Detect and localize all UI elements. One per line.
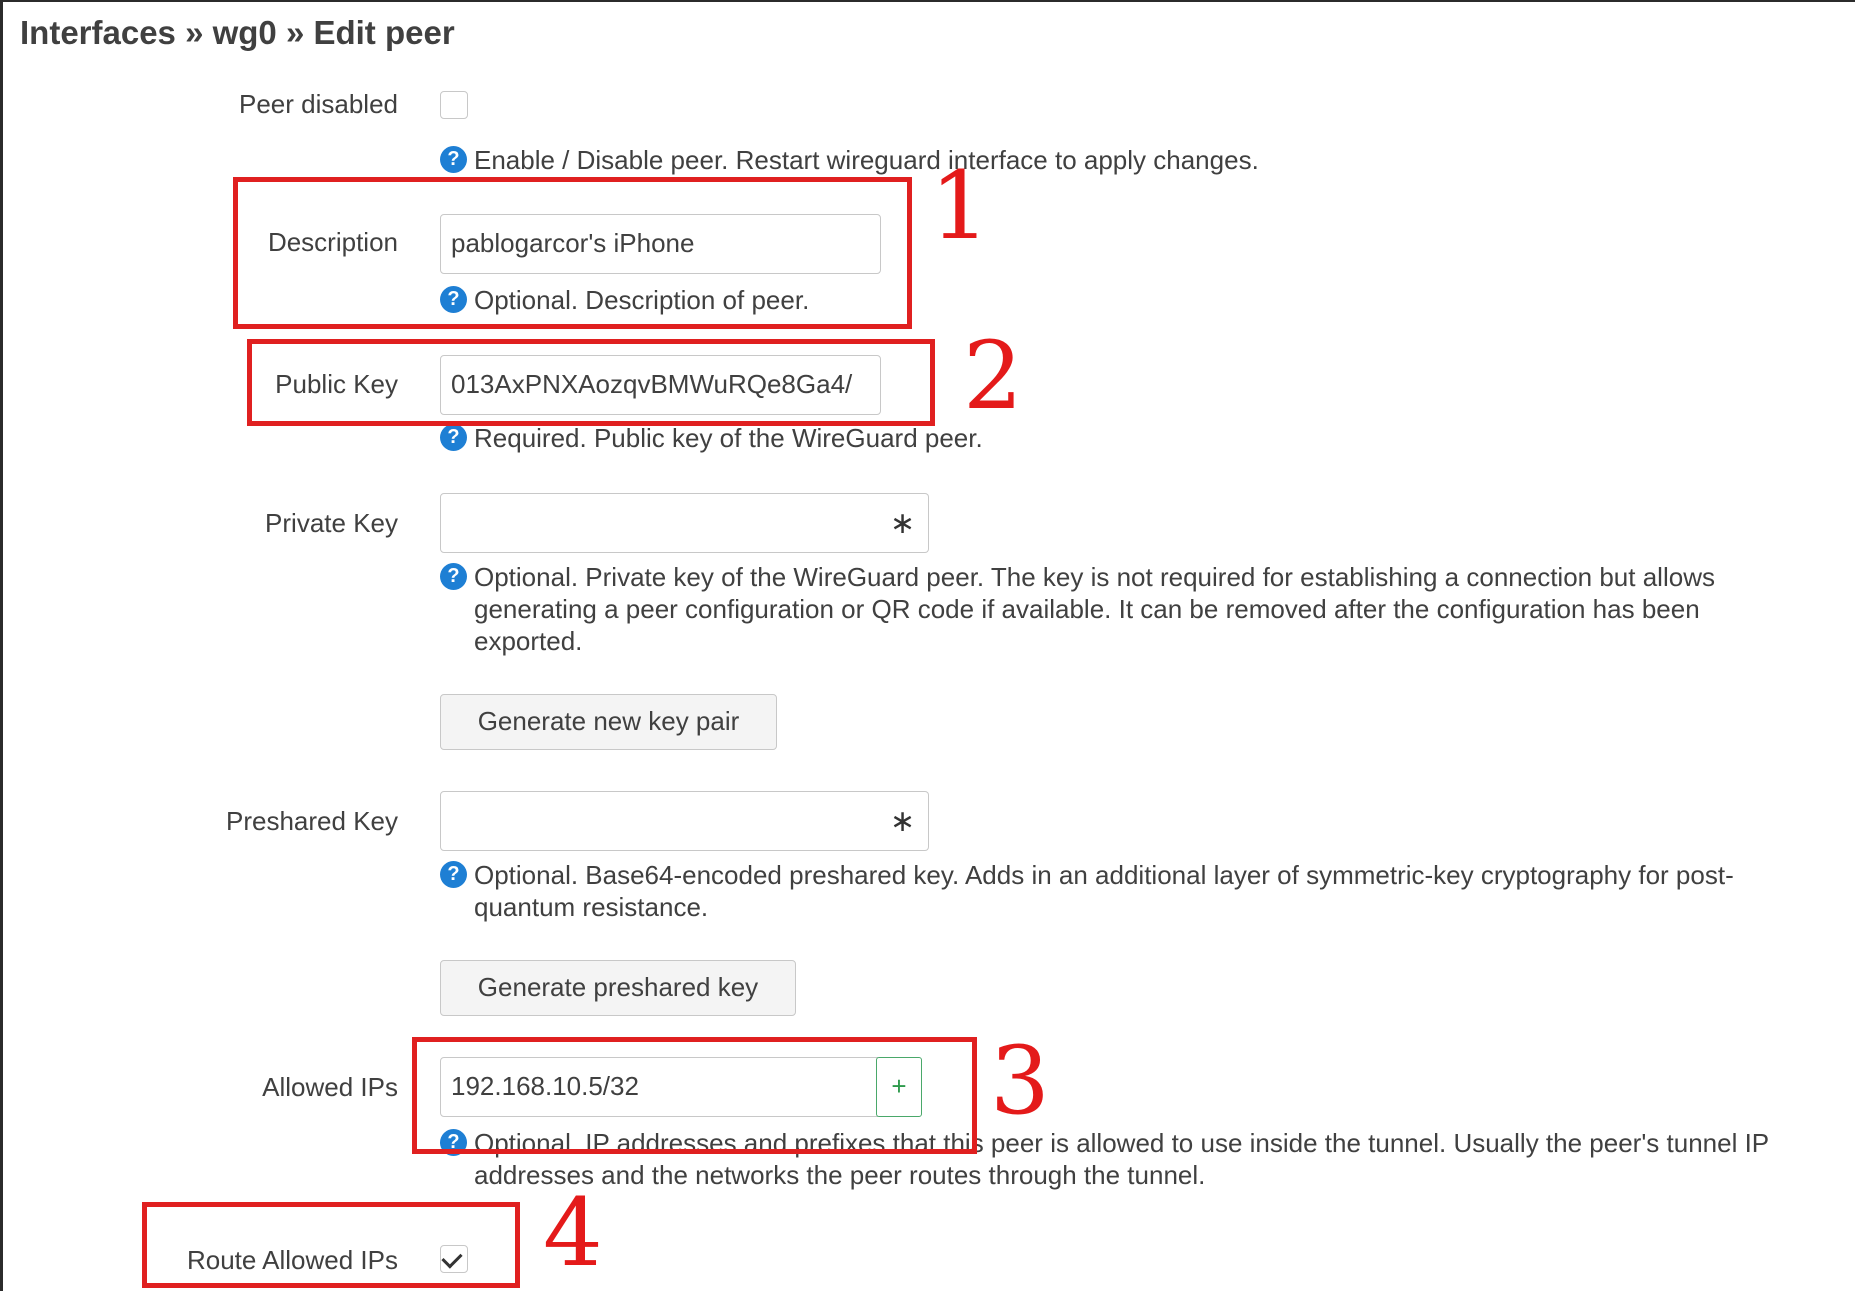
preshared-key-input[interactable] [440, 791, 878, 851]
label-preshared-key: Preshared Key [226, 806, 398, 836]
question-circle-icon: ? [440, 424, 467, 451]
question-circle-icon: ? [440, 563, 467, 590]
annotation-marker-2: 2 [963, 322, 1023, 431]
annotation-box-4 [142, 1202, 520, 1288]
help-preshared-key: Optional. Base64-encoded preshared key. … [474, 859, 1834, 923]
annotation-box-1 [233, 177, 912, 329]
help-peer-disabled: Enable / Disable peer. Restart wireguard… [474, 145, 1259, 175]
label-peer-disabled: Peer disabled [239, 89, 398, 119]
label-private-key: Private Key [265, 508, 398, 538]
generate-preshared-key-button[interactable]: Generate preshared key [440, 960, 796, 1016]
help-preshared-key-line-2: quantum resistance. [474, 892, 709, 922]
annotation-marker-1: 1 [930, 152, 990, 261]
private-key-reveal-button[interactable]: ∗ [877, 493, 929, 553]
help-public-key: Required. Public key of the WireGuard pe… [474, 423, 983, 453]
private-key-input[interactable] [440, 493, 878, 553]
help-private-key: Optional. Private key of the WireGuard p… [474, 561, 1834, 657]
help-private-key-line-2: generating a peer configuration or QR co… [474, 594, 1700, 624]
annotation-box-3 [412, 1037, 977, 1154]
help-private-key-line-1: Optional. Private key of the WireGuard p… [474, 562, 1715, 592]
window-top-border [0, 0, 1855, 2]
preshared-key-reveal-button[interactable]: ∗ [877, 791, 929, 851]
annotation-marker-3: 3 [990, 1027, 1050, 1136]
generate-key-pair-button[interactable]: Generate new key pair [440, 694, 777, 750]
window-left-border [0, 0, 3, 1291]
annotation-marker-4: 4 [543, 1179, 603, 1288]
question-circle-icon: ? [440, 861, 467, 888]
question-circle-icon: ? [440, 146, 467, 173]
help-preshared-key-line-1: Optional. Base64-encoded preshared key. … [474, 860, 1734, 890]
label-allowed-ips: Allowed IPs [262, 1072, 398, 1102]
help-allowed-ips-line-2: addresses and the networks the peer rout… [474, 1160, 1206, 1190]
help-private-key-line-3: exported. [474, 626, 583, 656]
page-title: Interfaces » wg0 » Edit peer [20, 14, 455, 51]
annotation-box-2 [247, 339, 935, 426]
peer-disabled-checkbox[interactable] [440, 91, 468, 119]
